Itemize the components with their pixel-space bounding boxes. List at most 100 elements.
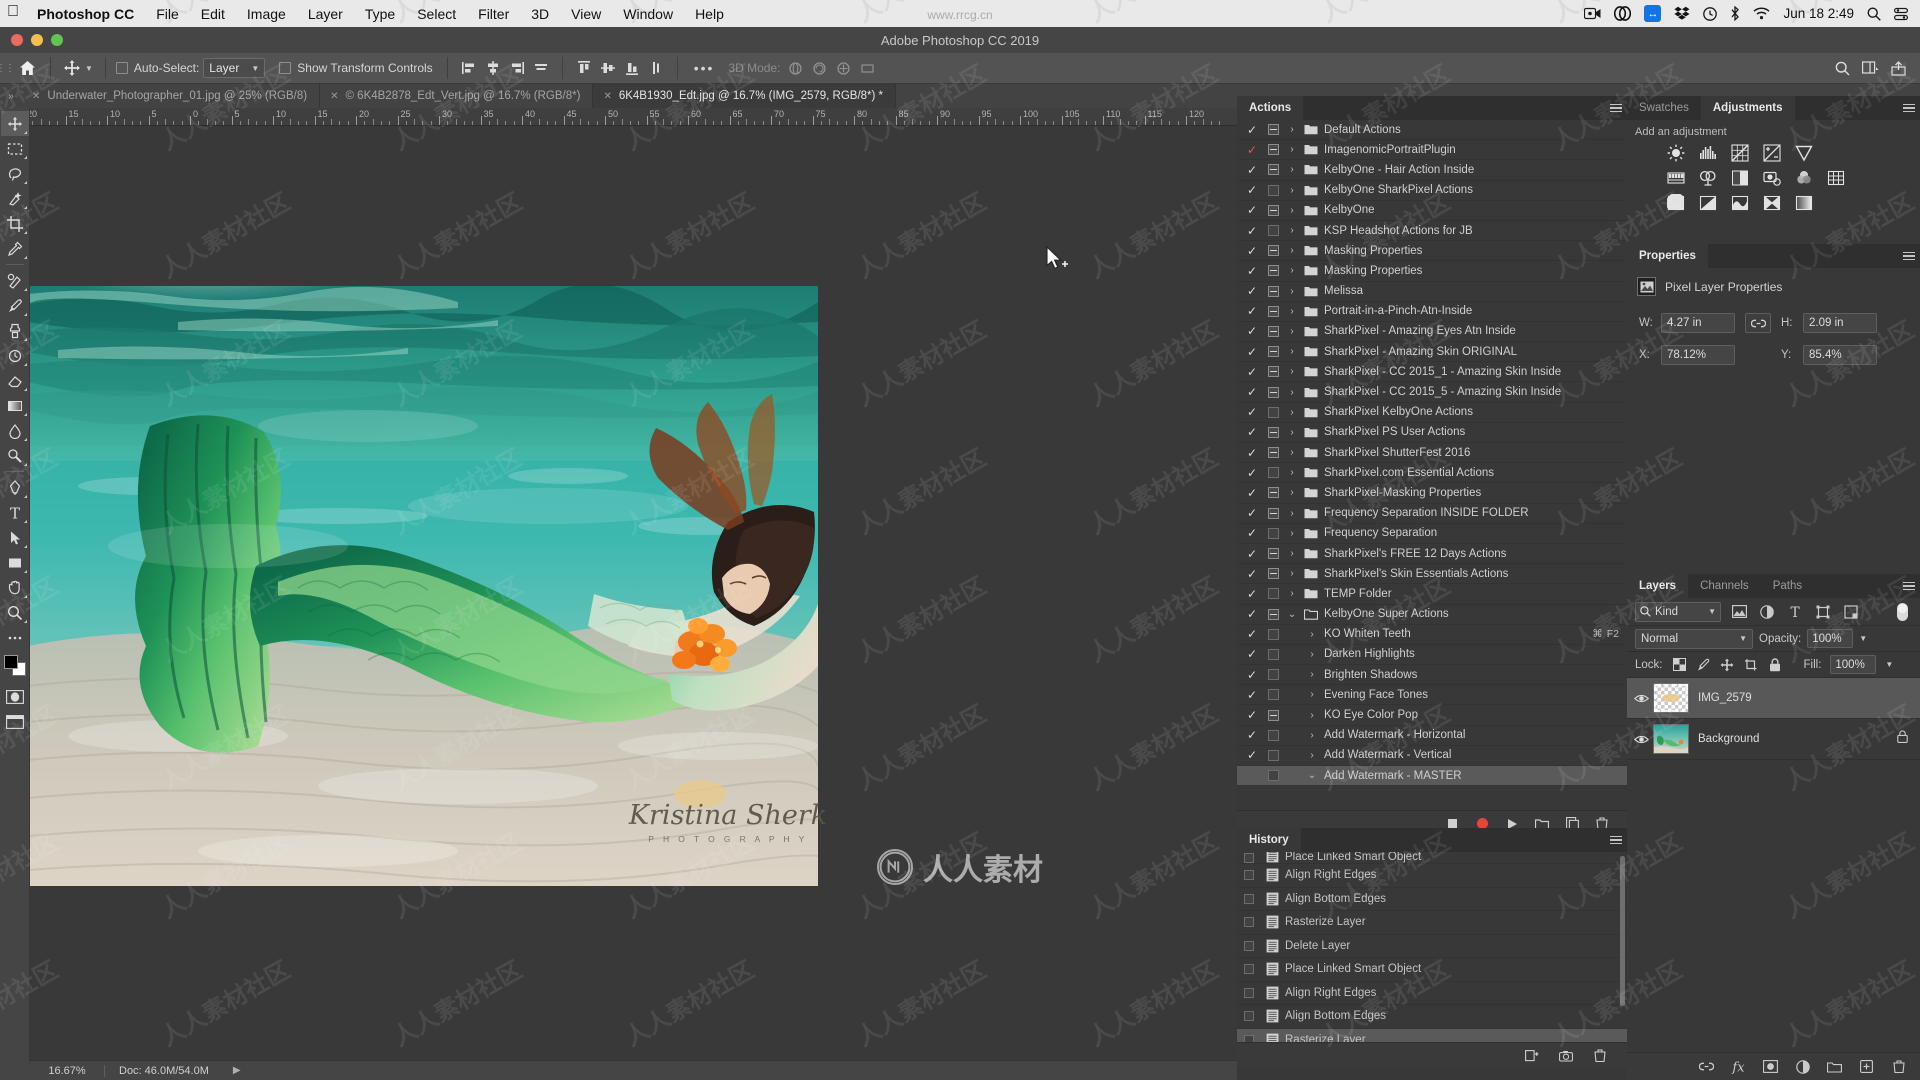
chevron-right-icon[interactable]: ›	[1303, 649, 1321, 660]
action-toggle-checkbox[interactable]: ✓	[1241, 647, 1263, 661]
document-canvas-area[interactable]: 20 15 10 5 0 5 10 15 20 25 30 35 40 45 50 55 60 65 70 75 80 8…	[0, 108, 1237, 1065]
action-row[interactable]: ✓ › KelbyOne - Hair Action Inside	[1237, 160, 1627, 181]
canvas-viewport[interactable]: Kristina Sherk P H O T O G R A P H Y	[28, 126, 1237, 1065]
new-layer-button[interactable]	[1859, 1059, 1874, 1074]
action-dialog-toggle[interactable]	[1263, 487, 1283, 499]
chevron-right-icon[interactable]: ›	[1283, 346, 1301, 357]
close-button[interactable]	[11, 34, 23, 46]
spot-healing-brush-icon[interactable]	[1, 268, 29, 293]
eraser-tool-icon[interactable]	[1, 368, 29, 393]
action-row[interactable]: ✓ › Portrait-in-a-Pinch-Atn-Inside	[1237, 302, 1627, 322]
tab-adjustments[interactable]: Adjustments	[1700, 96, 1795, 120]
chevron-right-icon[interactable]: ›	[1283, 185, 1301, 196]
action-row[interactable]: ✓ › SharkPixel ShutterFest 2016	[1237, 443, 1627, 464]
path-selection-icon[interactable]	[1, 525, 29, 550]
action-row[interactable]: ⌄ Add Watermark - MASTER	[1237, 766, 1627, 787]
tab-bar-expand-icon[interactable]: »	[0, 84, 22, 108]
action-dialog-toggle[interactable]	[1263, 568, 1283, 580]
action-toggle-checkbox[interactable]: ✓	[1241, 224, 1263, 238]
action-dialog-toggle[interactable]	[1263, 204, 1283, 216]
filter-smart-object-icon[interactable]	[1841, 602, 1861, 622]
quick-mask-icon[interactable]	[1, 684, 29, 709]
action-row[interactable]: ✓ › SharkPixel-Masking Properties	[1237, 483, 1627, 504]
action-row[interactable]: ✓ › Frequency Separation	[1237, 524, 1627, 544]
history-brush-icon[interactable]	[1, 343, 29, 368]
action-dialog-toggle[interactable]	[1263, 184, 1283, 196]
fill-stepper-icon[interactable]: ▼	[1885, 660, 1893, 669]
history-snapshot-toggle[interactable]	[1237, 917, 1261, 928]
chevron-down-icon[interactable]: ⌄	[1283, 609, 1301, 620]
action-toggle-checkbox[interactable]: ✓	[1241, 264, 1263, 278]
foreground-background-color[interactable]	[2, 654, 28, 678]
bluetooth-icon[interactable]	[1730, 6, 1740, 21]
auto-select-dropdown[interactable]: Layer ▼	[203, 58, 266, 78]
menu-app-name[interactable]: Photoshop CC	[26, 6, 145, 22]
action-toggle-checkbox[interactable]: ✓	[1241, 506, 1263, 520]
action-row[interactable]: ✓ › Frequency Separation INSIDE FOLDER	[1237, 504, 1627, 524]
clone-stamp-icon[interactable]	[1, 318, 29, 343]
history-snapshot-toggle[interactable]	[1237, 870, 1261, 881]
action-toggle-checkbox[interactable]: ✓	[1241, 446, 1263, 460]
align-left-edges-button[interactable]	[458, 57, 480, 79]
type-tool-icon[interactable]: T	[1, 500, 29, 525]
action-row[interactable]: ✓ › Darken Highlights	[1237, 645, 1627, 666]
document-info[interactable]: Doc: 46.0M/54.0M	[105, 1065, 223, 1077]
action-toggle-checkbox[interactable]: ✓	[1241, 607, 1263, 621]
menu-3d[interactable]: 3D	[520, 6, 560, 22]
lasso-tool-icon[interactable]	[1, 161, 29, 186]
apple-logo-icon[interactable]: 	[0, 4, 26, 23]
action-row[interactable]: ✓ › KelbyOne SharkPixel Actions	[1237, 181, 1627, 201]
dodge-tool-icon[interactable]	[1, 443, 29, 468]
action-row[interactable]: ✓ › SharkPixel's FREE 12 Days Actions	[1237, 544, 1627, 565]
layer-filter-kind-dropdown[interactable]: Kind ▼	[1635, 601, 1721, 622]
action-row[interactable]: ✓ › Masking Properties	[1237, 241, 1627, 262]
action-toggle-checkbox[interactable]: ✓	[1241, 526, 1263, 540]
action-row[interactable]: ✓ › SharkPixel KelbyOne Actions	[1237, 403, 1627, 423]
minimize-button[interactable]	[31, 34, 43, 46]
action-row[interactable]: ✓ › Default Actions	[1237, 120, 1627, 141]
action-toggle-checkbox[interactable]: ✓	[1241, 748, 1263, 762]
chevron-right-icon[interactable]: ›	[1283, 548, 1301, 559]
tab-history[interactable]: History	[1237, 828, 1301, 852]
history-row[interactable]: Align Right Edges	[1237, 982, 1627, 1005]
action-dialog-toggle[interactable]	[1263, 527, 1283, 539]
crop-tool-icon[interactable]	[1, 211, 29, 236]
action-toggle-checkbox[interactable]: ✓	[1241, 385, 1263, 399]
rectangular-marquee-icon[interactable]	[1, 136, 29, 161]
3d-orbit-icon[interactable]	[784, 57, 806, 79]
chevron-right-icon[interactable]: ›	[1283, 205, 1301, 216]
action-dialog-toggle[interactable]	[1263, 548, 1283, 560]
history-snapshot-toggle[interactable]	[1237, 940, 1261, 951]
action-dialog-toggle[interactable]	[1263, 588, 1283, 600]
fill-input[interactable]: 100%	[1830, 655, 1877, 674]
tab-channels[interactable]: Channels	[1688, 574, 1761, 598]
action-row[interactable]: ✓ › TEMP Folder	[1237, 584, 1627, 605]
auto-select-checkbox-group[interactable]: Auto-Select:	[112, 61, 203, 75]
action-row[interactable]: ✓ › KSP Headshot Actions for JB	[1237, 221, 1627, 242]
layer-row-img-2579[interactable]: IMG_2579	[1627, 678, 1920, 719]
action-row[interactable]: ✓ › Add Watermark - Horizontal	[1237, 726, 1627, 746]
chevron-right-icon[interactable]: ›	[1283, 508, 1301, 519]
action-dialog-toggle[interactable]	[1263, 669, 1283, 681]
edit-toolbar-icon[interactable]	[1, 625, 29, 650]
adjustments-panel-menu-icon[interactable]	[1898, 96, 1920, 120]
action-row[interactable]: ✓ › Add Watermark - Vertical	[1237, 746, 1627, 766]
create-document-from-state-button[interactable]	[1525, 1049, 1539, 1063]
chevron-right-icon[interactable]: ›	[1283, 326, 1301, 337]
action-toggle-checkbox[interactable]: ✓	[1241, 365, 1263, 379]
action-dialog-toggle[interactable]	[1263, 426, 1283, 438]
chevron-right-icon[interactable]: ›	[1283, 286, 1301, 297]
action-toggle-checkbox[interactable]: ✓	[1241, 203, 1263, 217]
menu-filter[interactable]: Filter	[467, 6, 520, 22]
action-row[interactable]: ✓ › ImagenomicPortraitPlugin	[1237, 140, 1627, 161]
chevron-right-icon[interactable]: ›	[1303, 689, 1321, 700]
history-row[interactable]: Place Linked Smart Object	[1237, 852, 1627, 864]
action-dialog-toggle[interactable]	[1263, 406, 1283, 418]
action-toggle-checkbox[interactable]: ✓	[1241, 183, 1263, 197]
hand-tool-icon[interactable]	[1, 575, 29, 600]
tab-paths[interactable]: Paths	[1761, 574, 1814, 598]
history-snapshot-toggle[interactable]	[1237, 1034, 1261, 1042]
action-dialog-toggle[interactable]	[1263, 265, 1283, 277]
screen-mode-icon[interactable]	[1, 709, 29, 734]
horizontal-ruler[interactable]: 20 15 10 5 0 5 10 15 20 25 30 35 40 45 50 55 60 65 70 75 80 8…	[28, 108, 1237, 126]
